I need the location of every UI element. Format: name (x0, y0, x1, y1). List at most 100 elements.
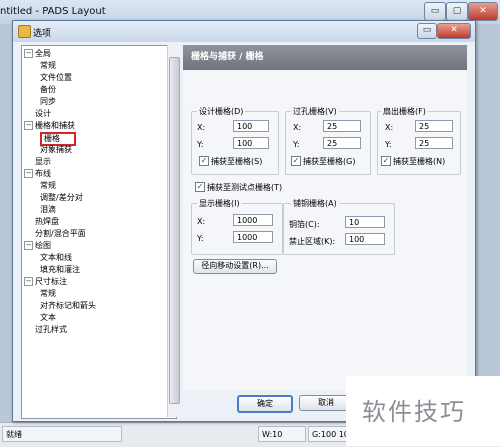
app-right-toolbar (474, 24, 500, 422)
fanout-grid-x-input[interactable]: 25 (415, 120, 453, 132)
tree-item[interactable]: − 栅格和捕获 (22, 120, 176, 132)
tree-item-label: 备份 (40, 85, 56, 94)
panel-header: 栅格与捕获 / 栅格 (183, 45, 467, 70)
tree-item[interactable]: 过孔样式 (22, 324, 176, 336)
tree-item[interactable]: 调整/差分对 (22, 192, 176, 204)
tree-item-label: 对象捕获 (40, 145, 72, 154)
display-grid-x-label: X: (197, 217, 206, 226)
display-grid-x-input[interactable]: 1000 (233, 214, 273, 226)
options-dialog: 选项 ▭ ✕ − 全局 常规 文件位置 备份 同步 设计 − 栅格和捕获 栅格 对象捕获 显示 − 布线常… (12, 20, 476, 422)
tree-item-label: 布线 (35, 169, 51, 178)
design-grid-snap-label: 捕获至栅格(S) (211, 157, 263, 166)
tree-expander-icon[interactable]: − (24, 241, 33, 250)
fanout-grid-x-label: X: (385, 123, 394, 132)
dialog-close-button[interactable]: ✕ (437, 23, 471, 39)
tree-item-label: 尺寸标注 (35, 277, 67, 286)
tree-item[interactable]: − 尺寸标注 (22, 276, 176, 288)
tree-item-label: 泪滴 (40, 205, 56, 214)
close-button[interactable]: ✕ (468, 2, 498, 21)
tree-item-label: 绘图 (35, 241, 51, 250)
tree-item-label: 常规 (40, 61, 56, 70)
maximize-button[interactable]: ▢ (446, 2, 468, 21)
tree-expander-icon[interactable]: − (24, 277, 33, 286)
tree-item[interactable]: 文本和线 (22, 252, 176, 264)
tree-item[interactable]: 设计 (22, 108, 176, 120)
tree-item[interactable]: 备份 (22, 84, 176, 96)
via-grid-title: 过孔栅格(V) (291, 106, 339, 117)
tree-item[interactable]: 常规 (22, 60, 176, 72)
ok-button[interactable]: 确定 (237, 395, 293, 413)
tree-item[interactable]: 对齐标记和箭头 (22, 300, 176, 312)
copper-label: 铜箔(C): (289, 220, 320, 229)
tree-item-label: 常规 (40, 181, 56, 190)
design-grid-y-input[interactable]: 100 (233, 137, 269, 149)
settings-panel: 栅格与捕获 / 栅格 设计栅格(D) X: 100 Y: 100 ✓ 捕获至栅格… (183, 45, 467, 391)
tree-item[interactable]: 常规 (22, 288, 176, 300)
tree-item-label: 全局 (35, 49, 51, 58)
tree-item[interactable]: 分割/混合平面 (22, 228, 176, 240)
tree-item-label: 过孔样式 (35, 325, 67, 334)
tree-item[interactable]: 同步 (22, 96, 176, 108)
tree-item-label: 文本 (40, 313, 56, 322)
tree-item-label: 栅格和捕获 (35, 121, 75, 130)
design-grid-title: 设计栅格(D) (197, 106, 246, 117)
tree-expander-icon[interactable]: − (24, 121, 33, 130)
fanout-grid-snap-checkbox[interactable]: ✓ (381, 156, 391, 166)
tree-item[interactable]: − 绘图 (22, 240, 176, 252)
tree-expander-icon[interactable]: − (24, 49, 33, 58)
tree-item[interactable]: − 布线 (22, 168, 176, 180)
tree-item-label: 同步 (40, 97, 56, 106)
tree-item-label: 分割/混合平面 (35, 229, 86, 238)
display-grid-title: 显示栅格(I) (197, 198, 242, 209)
keepout-label: 禁止区域(K): (289, 237, 336, 246)
options-tree: − 全局 常规 文件位置 备份 同步 设计 − 栅格和捕获 栅格 对象捕获 显示 − 布线 常规 调整/差分对… (21, 45, 177, 419)
minimize-button[interactable]: ▭ (424, 2, 446, 21)
dialog-title: 选项 (33, 29, 52, 39)
via-grid-y-input[interactable]: 25 (323, 137, 361, 149)
tree-item-label: 文件位置 (40, 73, 72, 82)
tree-item-label: 文本和线 (40, 253, 72, 262)
status-ready: 就绪 (2, 426, 122, 442)
testpoint-snap-checkbox[interactable]: ✓ (195, 182, 205, 192)
via-grid-x-input[interactable]: 25 (323, 120, 361, 132)
design-grid-x-label: X: (197, 123, 206, 132)
fanout-grid-snap-label: 捕获至栅格(N) (393, 157, 446, 166)
tree-item[interactable]: 填充和灌注 (22, 264, 176, 276)
tree-item[interactable]: 栅格 (22, 132, 176, 146)
design-grid-y-label: Y: (197, 140, 204, 149)
display-grid-y-label: Y: (197, 234, 204, 243)
design-grid-x-input[interactable]: 100 (233, 120, 269, 132)
keepout-input[interactable]: 100 (345, 233, 385, 245)
design-grid-snap-checkbox[interactable]: ✓ (199, 156, 209, 166)
display-grid-y-input[interactable]: 1000 (233, 231, 273, 243)
fanout-grid-y-input[interactable]: 25 (415, 137, 453, 149)
tree-item[interactable]: 常规 (22, 180, 176, 192)
via-grid-snap-checkbox[interactable]: ✓ (291, 156, 301, 166)
tree-item[interactable]: 对象捕获 (22, 144, 176, 156)
via-grid-snap-label: 捕获至栅格(G) (303, 157, 356, 166)
tree-item[interactable]: 文本 (22, 312, 176, 324)
tree-item-label: 填充和灌注 (40, 265, 80, 274)
tree-expander-icon[interactable]: − (24, 169, 33, 178)
tree-scrollbar-thumb[interactable] (169, 57, 180, 404)
tree-item[interactable]: 显示 (22, 156, 176, 168)
fanout-grid-y-label: Y: (385, 140, 392, 149)
tree-scrollbar[interactable] (167, 45, 180, 417)
copper-input[interactable]: 10 (345, 216, 385, 228)
tree-item-label: 热焊盘 (35, 217, 59, 226)
tree-item[interactable]: 热焊盘 (22, 216, 176, 228)
cancel-button[interactable]: 取消 (299, 395, 353, 411)
tree-item-label: 对齐标记和箭头 (40, 301, 96, 310)
watermark-text: 软件技巧 (362, 398, 466, 426)
tree-item-label: 显示 (35, 157, 51, 166)
app-title: ntitled - PADS Layout (0, 6, 106, 17)
tree-item[interactable]: 泪滴 (22, 204, 176, 216)
tree-item[interactable]: 文件位置 (22, 72, 176, 84)
testpoint-snap-label: 捕获至测试点栅格(T) (207, 183, 283, 192)
radial-move-setup-button[interactable]: 径向移动设置(R)... (193, 259, 277, 274)
dialog-minimize-button[interactable]: ▭ (417, 23, 437, 39)
pour-grid-title: 铺铜栅格(A) (291, 198, 339, 209)
tree-item-label: 常规 (40, 289, 56, 298)
dialog-titlebar: 选项 ▭ ✕ (13, 21, 475, 42)
tree-item[interactable]: − 全局 (22, 48, 176, 60)
